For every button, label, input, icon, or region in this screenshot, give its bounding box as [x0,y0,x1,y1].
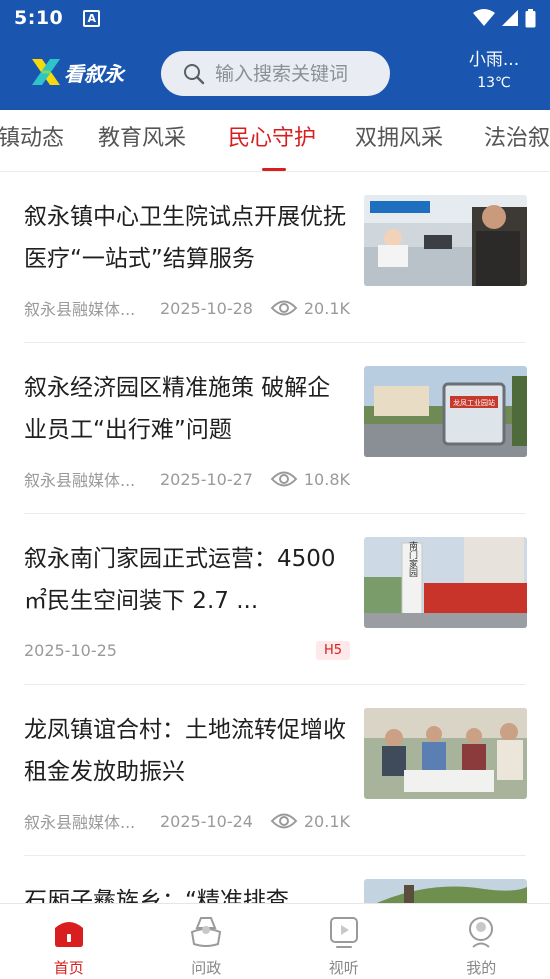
news-item[interactable]: 石厢子彝族乡：“精准排查 [0,856,550,903]
news-item[interactable]: 叙永南门家园正式运营：4500㎡民生空间装下 2.7 ... 2025-10-2… [0,514,550,685]
nav-media[interactable]: 视听 [275,904,413,979]
nav-inquiry-label: 问政 [191,959,222,977]
category-tabs: 镇动态 教育风采 民心守护 双拥风采 法治叙 [0,110,550,172]
tab-town-news[interactable]: 镇动态 [0,124,64,154]
search-input[interactable] [215,62,375,85]
tab-military-support[interactable]: 双拥风采 [355,124,443,154]
news-meta: 叙永县融媒体... 2025-10-28 20.1K [24,296,350,320]
news-feed[interactable]: 叙永镇中心卫生院试点开展优抚医疗“一站式”结算服务 叙永县融媒体... 2025… [0,172,550,903]
news-views: 20.1K [270,812,350,831]
news-date: 2025-10-28 [160,298,253,318]
tab-public-welfare[interactable]: 民心守护 [228,124,316,154]
inquiry-icon [191,917,222,947]
nav-media-label: 视听 [328,959,359,977]
news-item[interactable]: 叙永镇中心卫生院试点开展优抚医疗“一站式”结算服务 叙永县融媒体... 2025… [0,172,550,343]
h5-badge: H5 [315,640,350,660]
news-title[interactable]: 叙永经济园区精准施策 破解企业员工“出行难”问题 [24,367,350,451]
tab-education[interactable]: 教育风采 [98,124,186,154]
news-meta: 叙永县融媒体... 2025-10-27 10.8K [24,467,350,491]
status-bar: 5:10 A [0,0,550,36]
news-source: 叙永县融媒体... [24,300,136,319]
logo-x-icon [32,59,60,85]
nav-profile-label: 我的 [466,959,497,977]
view-count: 20.1K [303,811,350,831]
news-title[interactable]: 叙永镇中心卫生院试点开展优抚医疗“一站式”结算服务 [24,196,350,280]
signal-icon [502,10,518,26]
news-date: 2025-10-27 [160,469,253,489]
news-source: 叙永县融媒体... [24,813,136,832]
news-date: 2025-10-25 [24,640,117,660]
nav-profile[interactable]: 我的 [413,904,550,979]
news-source: 叙永县融媒体... [24,471,136,490]
bus-stop-image: 龙凤工业园站 [364,366,527,457]
hillside-image [364,879,527,903]
profile-icon [469,917,494,948]
bottom-navigation: 首页 问政 视听 我的 [0,903,550,979]
nav-inquiry[interactable]: 问政 [138,904,276,979]
building-sign: 南门家园 [407,540,418,578]
media-icon [329,917,358,948]
app-header: 看叙永 小雨... 13℃ [0,36,550,110]
view-count: 10.8K [303,469,350,489]
status-time: 5:10 [14,7,64,29]
village-meeting-image [364,708,527,799]
logo-text: 看叙永 [64,61,124,86]
battery-icon [525,8,536,27]
eye-icon [270,300,298,316]
news-thumbnail[interactable]: 南门家园 [364,537,527,628]
search-bar[interactable] [161,51,390,96]
tab-rule-of-law[interactable]: 法治叙 [484,124,550,154]
view-count: 20.1K [303,298,350,318]
news-views: 20.1K [270,299,350,318]
news-meta: 叙永县融媒体... 2025-10-24 20.1K [24,809,350,833]
news-meta: 2025-10-25 H5 [24,638,350,662]
weather-widget[interactable]: 小雨... 13℃ [452,49,536,93]
community-building-image: 南门家园 [364,537,527,628]
news-item[interactable]: 叙永经济园区精准施策 破解企业员工“出行难”问题 叙永县融媒体... 2025-… [0,343,550,514]
bus-stop-sign: 龙凤工业园站 [453,398,495,407]
news-thumbnail[interactable]: 龙凤工业园站 [364,366,527,457]
news-views: 10.8K [270,470,350,489]
news-date: 2025-10-24 [160,811,253,831]
news-thumbnail[interactable] [364,195,527,286]
news-title[interactable]: 叙永南门家园正式运营：4500㎡民生空间装下 2.7 ... [24,538,350,622]
nav-home[interactable]: 首页 [0,904,138,979]
news-item[interactable]: 龙凤镇谊合村：土地流转促增收 租金发放助振兴 叙永县融媒体... 2025-10… [0,685,550,856]
home-icon [54,922,83,947]
wifi-icon [473,9,495,26]
weather-description: 小雨... [468,50,520,70]
weather-temperature: 13℃ [477,75,511,91]
news-title[interactable]: 石厢子彝族乡：“精准排查 [24,880,350,903]
news-thumbnail[interactable] [364,879,527,903]
status-indicators [473,8,536,28]
news-thumbnail[interactable] [364,708,527,799]
news-title[interactable]: 龙凤镇谊合村：土地流转促增收 租金发放助振兴 [24,709,350,793]
clinic-counter-image [364,195,527,286]
active-tab-indicator [262,168,286,171]
eye-icon [270,471,298,487]
eye-icon [270,813,298,829]
nav-home-label: 首页 [53,959,84,977]
notification-a-icon: A [83,9,101,27]
search-icon [184,63,205,84]
app-logo[interactable]: 看叙永 [30,52,134,92]
